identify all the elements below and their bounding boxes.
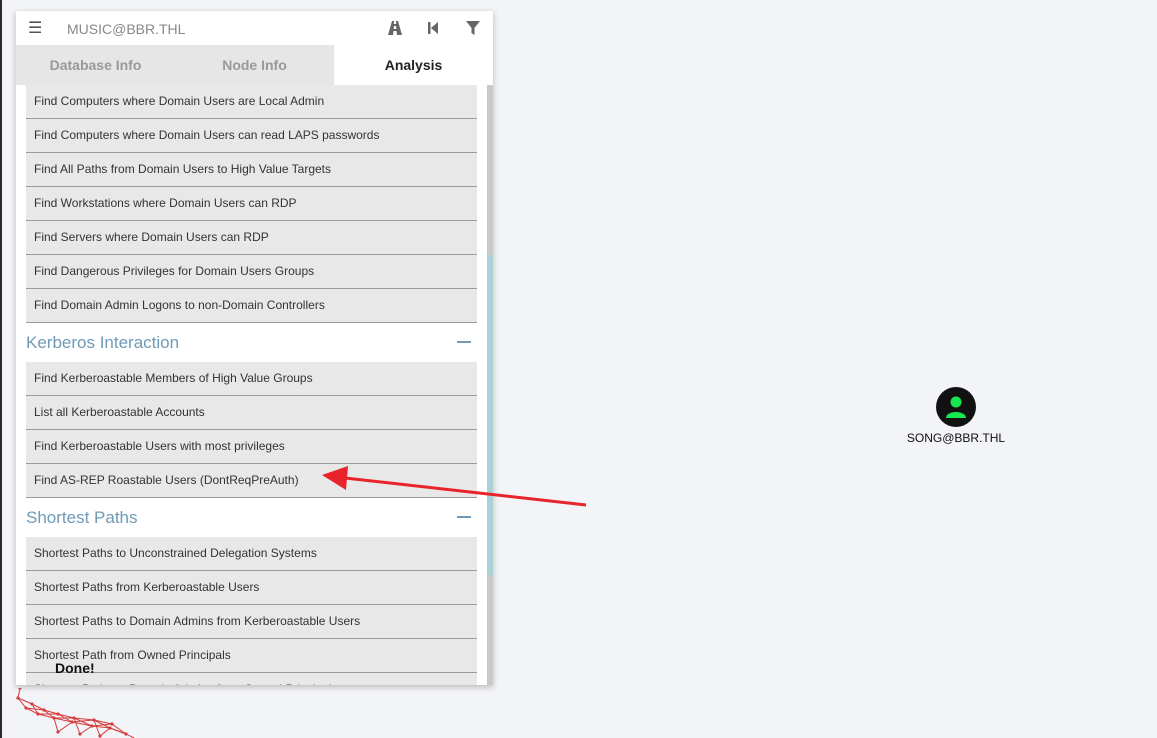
query-item[interactable]: Shortest Paths from Kerberoastable Users bbox=[26, 571, 477, 605]
query-item-asrep-roastable[interactable]: Find AS-REP Roastable Users (DontReqPreA… bbox=[26, 464, 477, 498]
graph-node-label: SONG@BBR.THL bbox=[906, 431, 1006, 445]
query-item[interactable]: List all Kerberoastable Accounts bbox=[26, 396, 477, 430]
analysis-content[interactable]: Find Computers where Domain Users are Lo… bbox=[16, 85, 493, 685]
tab-node-info[interactable]: Node Info bbox=[175, 45, 334, 85]
graph-node-user[interactable]: SONG@BBR.THL bbox=[903, 387, 1009, 445]
query-item[interactable]: Find Computers where Domain Users are Lo… bbox=[26, 85, 477, 119]
query-item[interactable]: Shortest Paths to Domain Admins from Ker… bbox=[26, 605, 477, 639]
road-icon[interactable] bbox=[386, 19, 404, 37]
query-item[interactable]: Find Dangerous Privileges for Domain Use… bbox=[26, 255, 477, 289]
query-item[interactable]: Find All Paths from Domain Users to High… bbox=[26, 153, 477, 187]
query-list: Find Computers where Domain Users are Lo… bbox=[26, 85, 477, 685]
collapse-icon[interactable] bbox=[457, 516, 471, 518]
filter-icon[interactable] bbox=[464, 19, 482, 37]
step-back-icon[interactable] bbox=[424, 19, 442, 37]
scrollbar[interactable] bbox=[487, 85, 493, 685]
query-item[interactable]: Find Kerberoastable Users with most priv… bbox=[26, 430, 477, 464]
bloodhound-logo-icon bbox=[16, 688, 135, 738]
search-panel: ☰ MUSIC@BBR.THL Database Info Node Info … bbox=[16, 11, 493, 685]
section-title: Shortest Paths bbox=[26, 508, 138, 527]
query-item[interactable]: Shortest Paths to Unconstrained Delegati… bbox=[26, 537, 477, 571]
collapse-icon[interactable] bbox=[457, 341, 471, 343]
scrollbar-thumb[interactable] bbox=[487, 255, 493, 575]
hamburger-icon[interactable]: ☰ bbox=[28, 18, 42, 37]
query-item[interactable]: Find Servers where Domain Users can RDP bbox=[26, 221, 477, 255]
section-shortest-paths[interactable]: Shortest Paths bbox=[26, 498, 477, 537]
search-bar: ☰ MUSIC@BBR.THL bbox=[16, 11, 493, 45]
query-item[interactable]: Find Workstations where Domain Users can… bbox=[26, 187, 477, 221]
left-border bbox=[0, 0, 2, 738]
tab-bar: Database Info Node Info Analysis bbox=[16, 45, 493, 85]
section-title: Kerberos Interaction bbox=[26, 333, 180, 352]
query-item[interactable]: Find Domain Admin Logons to non-Domain C… bbox=[26, 289, 477, 323]
tab-database-info[interactable]: Database Info bbox=[16, 45, 175, 85]
status-text: Done! bbox=[55, 660, 95, 676]
query-item[interactable]: Find Computers where Domain Users can re… bbox=[26, 119, 477, 153]
query-item[interactable]: Find Kerberoastable Members of High Valu… bbox=[26, 362, 477, 396]
section-kerberos-interaction[interactable]: Kerberos Interaction bbox=[26, 323, 477, 362]
tab-analysis[interactable]: Analysis bbox=[334, 45, 493, 85]
search-input[interactable]: MUSIC@BBR.THL bbox=[67, 21, 185, 37]
user-icon[interactable] bbox=[936, 387, 976, 427]
